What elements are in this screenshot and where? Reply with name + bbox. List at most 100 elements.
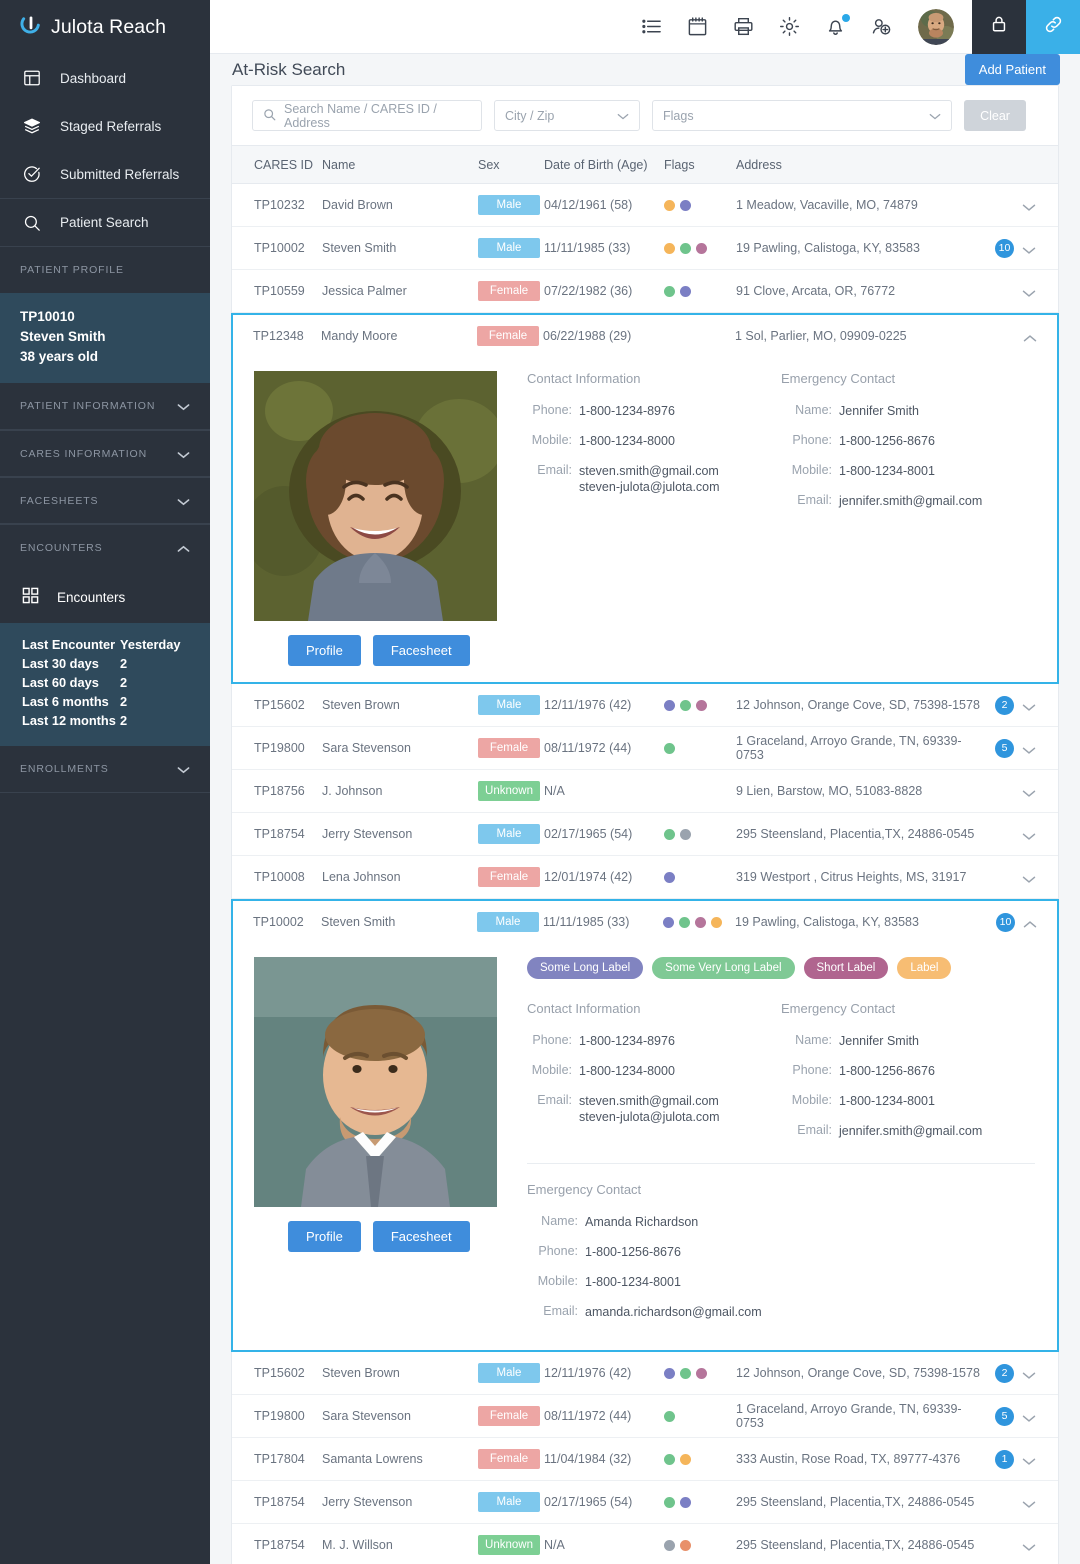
detail-value: 1-800-1256-8676 [839,1064,935,1078]
bell-icon[interactable] [824,14,850,38]
patient-id: TP10010 [20,309,75,324]
sidebar-section-encounters[interactable]: ENCOUNTERS [0,524,210,571]
chevron-down-icon[interactable] [1022,244,1036,254]
sidebar-item-patient-search[interactable]: Patient Search [0,198,210,246]
second-emergency-contact: Emergency Contact Name: Amanda Richardso… [527,1180,1035,1320]
chevron-up-icon[interactable] [1023,332,1037,341]
detail-value: 1-800-1234-8976 [579,1034,675,1048]
list-icon[interactable] [640,15,663,38]
layers-icon [22,116,42,136]
add-user-icon[interactable] [870,15,893,38]
clear-button[interactable]: Clear [964,100,1026,131]
stat-value: 2 [120,713,128,728]
table-row[interactable]: TP10232 David Brown Male 04/12/1961 (58)… [232,184,1058,227]
sidebar-item-staged-referrals[interactable]: Staged Referrals [0,102,210,150]
section-label: PATIENT INFORMATION [20,400,156,412]
flag-dot [680,242,691,254]
sidebar-item-encounters[interactable]: Encounters [0,571,210,623]
chevron-up-icon[interactable] [1023,918,1037,927]
table-row[interactable]: TP10002 Steven Smith Male 11/11/1985 (33… [233,901,1057,943]
label-pill[interactable]: Label [897,957,952,979]
detail-row: Phone: 1-800-1234-8976 [527,403,781,419]
detail-label: Phone: [532,403,572,417]
chevron-down-icon[interactable] [1022,1369,1036,1379]
link-button[interactable] [1026,0,1080,54]
table-row[interactable]: TP18756 J. Johnson Unknown N/A 9 Lien, B… [232,770,1058,813]
table-row[interactable]: TP10002 Steven Smith Male 11/11/1985 (33… [232,227,1058,270]
label-pill[interactable]: Some Very Long Label [652,957,795,979]
sidebar-section-patient-information[interactable]: PATIENT INFORMATION [0,383,210,430]
encounter-count-badge: 10 [996,912,1015,932]
sidebar-item-submitted-referrals[interactable]: Submitted Referrals [0,150,210,198]
profile-button[interactable]: Profile [288,635,361,666]
profile-button[interactable]: Profile [288,1221,361,1252]
detail-label: Mobile: [791,1093,832,1107]
column-header-dob: Date of Birth (Age) [544,157,648,172]
detail-row: Phone: 1-800-1256-8676 [527,1244,1035,1260]
main-content: At-Risk Search Add Patient Search Name /… [210,0,1080,1564]
sidebar-patient-card[interactable]: TP10010 Steven Smith 38 years old [0,293,210,383]
add-patient-button[interactable]: Add Patient [964,54,1060,85]
cell-cares-id: TP18754 [254,827,305,841]
chevron-down-icon[interactable] [1022,830,1036,840]
detail-row: Phone: 1-800-1256-8676 [781,1063,1035,1079]
stat-value: 2 [120,675,128,690]
cell-name: Sara Stevenson [322,1409,411,1423]
label-pill[interactable]: Short Label [803,957,889,979]
cell-cares-id: TP19800 [254,1409,305,1423]
table-row[interactable]: TP18754 Jerry Stevenson Male 02/17/1965 … [232,1481,1058,1524]
cell-flags [664,199,736,211]
table-row[interactable]: TP15602 Steven Brown Male 12/11/1976 (42… [232,1352,1058,1395]
facesheet-button[interactable]: Facesheet [372,635,470,666]
sidebar-item-dashboard[interactable]: Dashboard [0,54,210,102]
table-row[interactable]: TP19800 Sara Stevenson Female 08/11/1972… [232,1395,1058,1438]
table-row[interactable]: TP17804 Samanta Lowrens Female 11/04/198… [232,1438,1058,1481]
sex-badge: Female [478,281,540,301]
detail-value: steven.smith@gmail.com steven-julota@jul… [579,464,720,494]
sidebar-section-facesheets[interactable]: FACESHEETS [0,477,210,524]
chevron-down-icon[interactable] [1022,873,1036,883]
table-row[interactable]: TP18754 Jerry Stevenson Male 02/17/1965 … [232,813,1058,856]
table-row[interactable]: TP15602 Steven Brown Male 12/11/1976 (42… [232,684,1058,727]
table-row[interactable]: TP10559 Jessica Palmer Female 07/22/1982… [232,270,1058,313]
chevron-down-icon[interactable] [1022,201,1036,211]
facesheet-button[interactable]: Facesheet [372,1221,470,1252]
cell-address: 1 Graceland, Arroyo Grande, TN, 69339-07… [736,1402,962,1430]
chevron-down-icon[interactable] [1022,287,1036,297]
chevron-down-icon[interactable] [1022,744,1036,754]
search-input[interactable]: Search Name / CARES ID / Address [252,100,482,131]
info-column: Some Long Label Some Very Long Label Short… [527,957,1057,1334]
cell-flags [663,916,735,928]
flag-dot [664,742,675,754]
chevron-down-icon[interactable] [1022,1541,1036,1551]
chevron-down-icon[interactable] [1022,787,1036,797]
sex-badge: Female [478,867,540,887]
printer-icon[interactable] [732,15,755,38]
detail-value: 1-800-1234-8001 [839,1094,935,1108]
sidebar-section-enrollments[interactable]: ENROLLMENTS [0,746,210,793]
table-row[interactable]: TP18754 M. J. Willson Unknown N/A 295 St… [232,1524,1058,1564]
avatar[interactable] [918,8,954,45]
gear-icon[interactable] [778,15,801,38]
patient-age: 38 years old [20,349,99,364]
flags-select[interactable]: Flags [652,100,952,131]
label-pill[interactable]: Some Long Label [527,957,644,979]
dashboard-icon [22,68,42,88]
flag-dot [680,1539,691,1551]
table-row[interactable]: TP10008 Lena Johnson Female 12/01/1974 (… [232,856,1058,899]
chevron-down-icon[interactable] [1022,1498,1036,1508]
table-row[interactable]: TP12348 Mandy Moore Female 06/22/1988 (2… [233,315,1057,357]
chevron-down-icon[interactable] [1022,701,1036,711]
expanded-patient-card: TP10002 Steven Smith Male 11/11/1985 (33… [231,899,1059,1352]
expanded-detail: Profile Facesheet Some Long Label Some Ve… [233,943,1057,1350]
sidebar-section-cares-information[interactable]: CARES INFORMATION [0,430,210,477]
chevron-down-icon[interactable] [1022,1455,1036,1465]
city-zip-select[interactable]: City / Zip [494,100,640,131]
lock-button[interactable] [972,0,1026,54]
chevron-down-icon[interactable] [1022,1412,1036,1422]
table-row[interactable]: TP19800 Sara Stevenson Female 08/11/1972… [232,727,1058,770]
calendar-icon[interactable] [686,15,709,38]
cell-cares-id: TP15602 [254,698,305,712]
detail-row: Mobile: 1-800-1234-8001 [781,1093,1035,1109]
sidebar-item-label: Staged Referrals [60,118,162,134]
